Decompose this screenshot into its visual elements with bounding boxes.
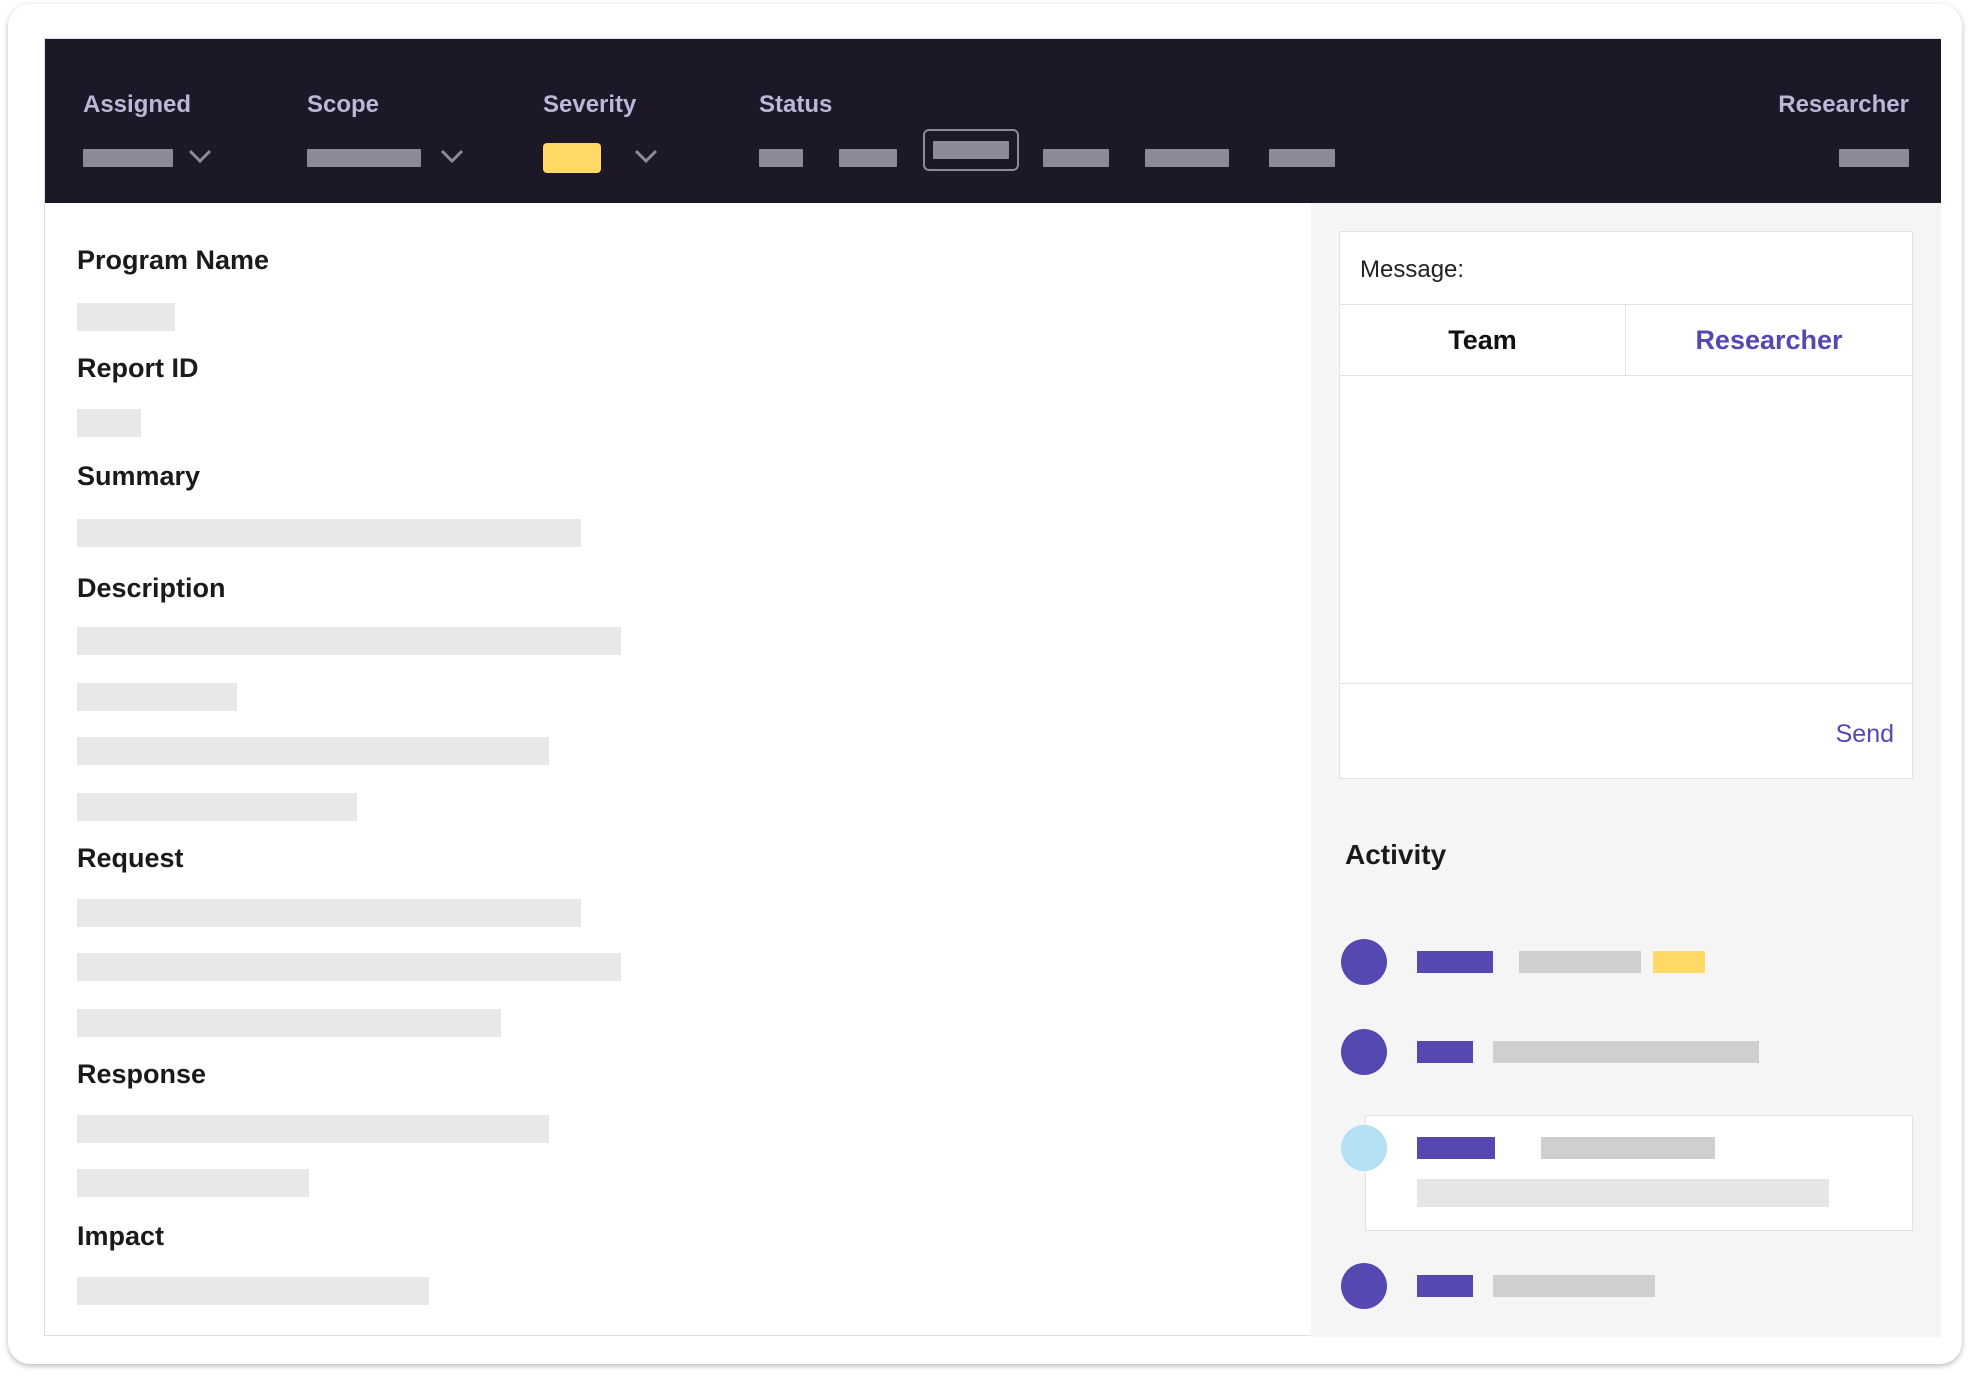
response-line bbox=[77, 1169, 309, 1197]
assigned-label: Assigned bbox=[83, 91, 192, 118]
chevron-down-icon[interactable] bbox=[633, 147, 659, 165]
tab-researcher[interactable]: Researcher bbox=[1626, 305, 1912, 380]
message-label: Message: bbox=[1360, 256, 1465, 283]
avatar bbox=[1341, 1125, 1387, 1171]
report-id-value bbox=[77, 409, 141, 437]
status-option[interactable] bbox=[759, 149, 803, 167]
description-line bbox=[77, 683, 237, 711]
avatar bbox=[1341, 1263, 1387, 1309]
researcher-value[interactable] bbox=[1839, 149, 1909, 167]
response-heading: Response bbox=[77, 1059, 207, 1089]
message-input[interactable] bbox=[1340, 376, 1912, 684]
activity-actor[interactable] bbox=[1417, 1041, 1473, 1063]
impact-line bbox=[77, 1277, 429, 1305]
severity-chip[interactable] bbox=[543, 143, 601, 173]
request-line bbox=[77, 1009, 501, 1037]
status-option-selected[interactable] bbox=[923, 129, 1019, 171]
side-panel: Message: Team Researcher Send Activity bbox=[1311, 203, 1941, 1337]
message-box: Message: Team Researcher Send bbox=[1339, 231, 1913, 779]
chevron-down-icon[interactable] bbox=[439, 147, 465, 165]
activity-comment-card bbox=[1365, 1115, 1913, 1231]
response-line bbox=[77, 1115, 549, 1143]
program-name-value bbox=[77, 303, 175, 331]
researcher-label: Researcher bbox=[1778, 91, 1909, 118]
avatar bbox=[1341, 939, 1387, 985]
send-button[interactable]: Send bbox=[1836, 720, 1894, 749]
severity-label: Severity bbox=[543, 91, 637, 118]
status-filter: Status bbox=[759, 91, 832, 119]
researcher-filter: Researcher bbox=[1778, 91, 1909, 119]
tab-team[interactable]: Team bbox=[1340, 305, 1626, 376]
impact-heading: Impact bbox=[77, 1221, 165, 1251]
activity-text bbox=[1493, 1041, 1759, 1063]
severity-filter: Severity bbox=[543, 91, 636, 119]
request-heading: Request bbox=[77, 843, 184, 873]
status-option[interactable] bbox=[1269, 149, 1335, 167]
status-option[interactable] bbox=[1043, 149, 1109, 167]
request-line bbox=[77, 899, 581, 927]
assigned-value[interactable] bbox=[83, 149, 173, 167]
status-label: Status bbox=[759, 91, 833, 118]
activity-actor[interactable] bbox=[1417, 1275, 1473, 1297]
report-frame: Assigned Scope Severity Status Researche… bbox=[44, 38, 1941, 1337]
activity-comment-text bbox=[1417, 1179, 1829, 1207]
scope-value[interactable] bbox=[307, 149, 421, 167]
activity-text bbox=[1493, 1275, 1655, 1297]
filter-bar: Assigned Scope Severity Status Researche… bbox=[45, 39, 1941, 203]
app-card: Assigned Scope Severity Status Researche… bbox=[8, 4, 1962, 1364]
message-tabs: Team Researcher bbox=[1340, 304, 1912, 380]
chevron-down-icon[interactable] bbox=[187, 147, 213, 165]
activity-heading: Activity bbox=[1345, 839, 1447, 870]
status-option[interactable] bbox=[839, 149, 897, 167]
activity-actor[interactable] bbox=[1417, 951, 1493, 973]
report-id-heading: Report ID bbox=[77, 353, 199, 383]
request-line bbox=[77, 953, 621, 981]
assigned-filter: Assigned bbox=[83, 91, 191, 119]
description-line bbox=[77, 737, 549, 765]
status-option-text bbox=[933, 141, 1009, 159]
activity-text bbox=[1519, 951, 1641, 973]
status-option[interactable] bbox=[1145, 149, 1229, 167]
summary-line bbox=[77, 519, 581, 547]
scope-filter: Scope bbox=[307, 91, 379, 119]
scope-label: Scope bbox=[307, 91, 380, 118]
report-details: Program Name Report ID Summary Descripti… bbox=[45, 203, 1311, 1337]
program-name-heading: Program Name bbox=[77, 245, 270, 275]
avatar bbox=[1341, 1029, 1387, 1075]
activity-actor[interactable] bbox=[1417, 1137, 1495, 1159]
description-line bbox=[77, 627, 621, 655]
activity-severity-badge bbox=[1653, 951, 1705, 973]
activity-text bbox=[1541, 1137, 1715, 1159]
description-heading: Description bbox=[77, 573, 226, 603]
description-line bbox=[77, 793, 357, 821]
summary-heading: Summary bbox=[77, 461, 201, 491]
